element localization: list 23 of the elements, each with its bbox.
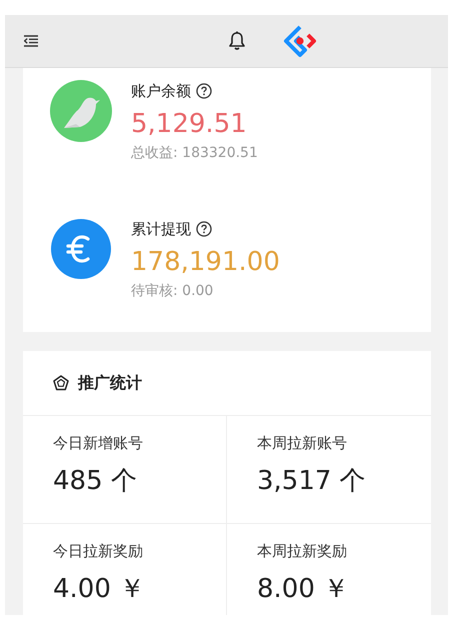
- stat-value: 4.00 ￥: [53, 573, 146, 606]
- stat-value: 485 个: [53, 465, 138, 498]
- menu-icon[interactable]: [24, 35, 38, 47]
- account-subtext: 总收益: 183320.51: [131, 144, 258, 162]
- stat-label: 本周拉新奖励: [257, 542, 348, 561]
- amount-value: 5,129.51: [131, 108, 248, 140]
- stat-value: 3,517 个: [257, 465, 367, 498]
- euro-icon: [50, 218, 112, 280]
- stat-label: 今日新增账号: [53, 434, 144, 453]
- stat-label: 今日拉新奖励: [53, 542, 144, 561]
- account-label: 累计提现: [131, 220, 191, 238]
- account-label: 账户余额: [131, 82, 191, 100]
- section-title: 推广统计: [78, 372, 142, 394]
- stat-label: 本周拉新账号: [257, 434, 348, 453]
- account-subtext: 待审核: 0.00: [131, 282, 214, 300]
- stat-value: 8.00 ￥: [257, 573, 350, 606]
- pentagon-icon: [53, 375, 69, 391]
- help-icon[interactable]: [196, 83, 212, 99]
- bird-icon: [50, 80, 112, 142]
- bell-icon[interactable]: [228, 31, 246, 51]
- amount-value: 178,191.00: [131, 246, 280, 278]
- help-icon[interactable]: [196, 221, 212, 237]
- logo-icon: [283, 24, 317, 58]
